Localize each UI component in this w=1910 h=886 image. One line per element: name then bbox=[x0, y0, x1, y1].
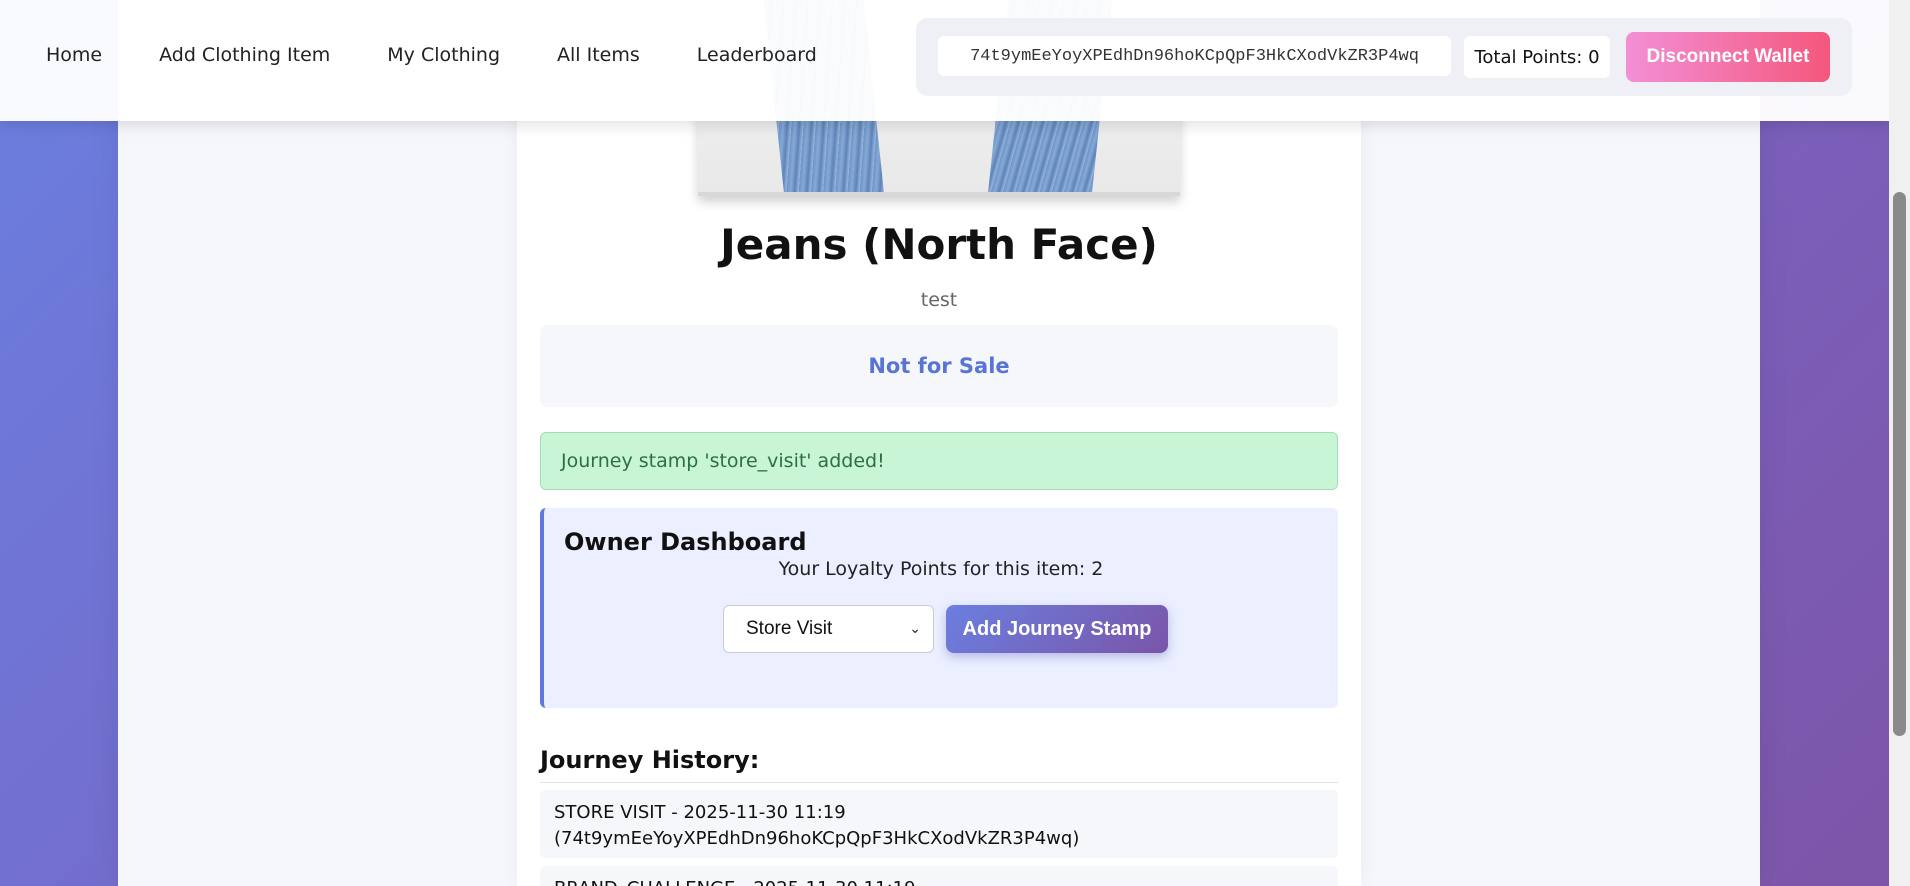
history-list-item: STORE VISIT - 2025-11-30 11:19 (74t9ymEe… bbox=[540, 790, 1338, 858]
disconnect-wallet-button[interactable]: Disconnect Wallet bbox=[1626, 32, 1830, 82]
vertical-scrollbar[interactable] bbox=[1889, 0, 1910, 886]
success-alert: Journey stamp 'store_visit' added! bbox=[540, 432, 1338, 490]
loyalty-points-text: Your Loyalty Points for this item: 2 bbox=[778, 558, 1104, 580]
total-points-badge: Total Points: 0 bbox=[1464, 36, 1610, 78]
wallet-panel: 74t9ymEeYoyXPEdhDn96hoKCpQpF3HkCXodVkZR3… bbox=[916, 18, 1852, 96]
nav-links: Home Add Clothing Item My Clothing All I… bbox=[46, 44, 874, 66]
sale-status-text: Not for Sale bbox=[868, 354, 1010, 378]
owner-dashboard: Owner Dashboard Your Loyalty Points for … bbox=[540, 508, 1338, 708]
journey-stamp-select-value: Store Visit bbox=[746, 618, 833, 639]
wallet-address: 74t9ymEeYoyXPEdhDn96hoKCpQpF3HkCXodVkZR3… bbox=[938, 36, 1451, 76]
add-journey-stamp-button[interactable]: Add Journey Stamp bbox=[946, 605, 1168, 653]
top-navbar: Home Add Clothing Item My Clothing All I… bbox=[0, 0, 1889, 121]
history-item-event: BRAND_CHALLENGE - 2025-11-30 11:19 bbox=[554, 876, 1324, 886]
history-item-wallet: (74t9ymEeYoyXPEdhDn96hoKCpQpF3HkCXodVkZR… bbox=[554, 828, 1080, 849]
chevron-down-icon: ⌄ bbox=[909, 620, 921, 636]
item-description: test bbox=[920, 289, 958, 311]
nav-link-add-clothing-item[interactable]: Add Clothing Item bbox=[159, 44, 330, 66]
journey-history-title: Journey History: bbox=[540, 746, 1338, 783]
journey-stamp-select[interactable]: Store Visit ⌄ bbox=[723, 605, 934, 653]
item-title: Jeans (North Face) bbox=[720, 220, 1158, 269]
nav-link-my-clothing[interactable]: My Clothing bbox=[387, 44, 500, 66]
nav-link-all-items[interactable]: All Items bbox=[557, 44, 640, 66]
owner-dashboard-title: Owner Dashboard bbox=[564, 528, 807, 556]
sale-status-box: Not for Sale bbox=[540, 325, 1338, 407]
scrollbar-thumb[interactable] bbox=[1893, 192, 1906, 736]
page-viewport: Jeans (North Face) test Not for Sale Jou… bbox=[0, 0, 1889, 886]
nav-link-home[interactable]: Home bbox=[46, 44, 102, 66]
success-alert-text: Journey stamp 'store_visit' added! bbox=[561, 450, 885, 472]
nav-link-leaderboard[interactable]: Leaderboard bbox=[697, 44, 817, 66]
history-list-item: BRAND_CHALLENGE - 2025-11-30 11:19 bbox=[540, 866, 1338, 886]
history-item-event: STORE VISIT - 2025-11-30 11:19 bbox=[554, 802, 846, 823]
